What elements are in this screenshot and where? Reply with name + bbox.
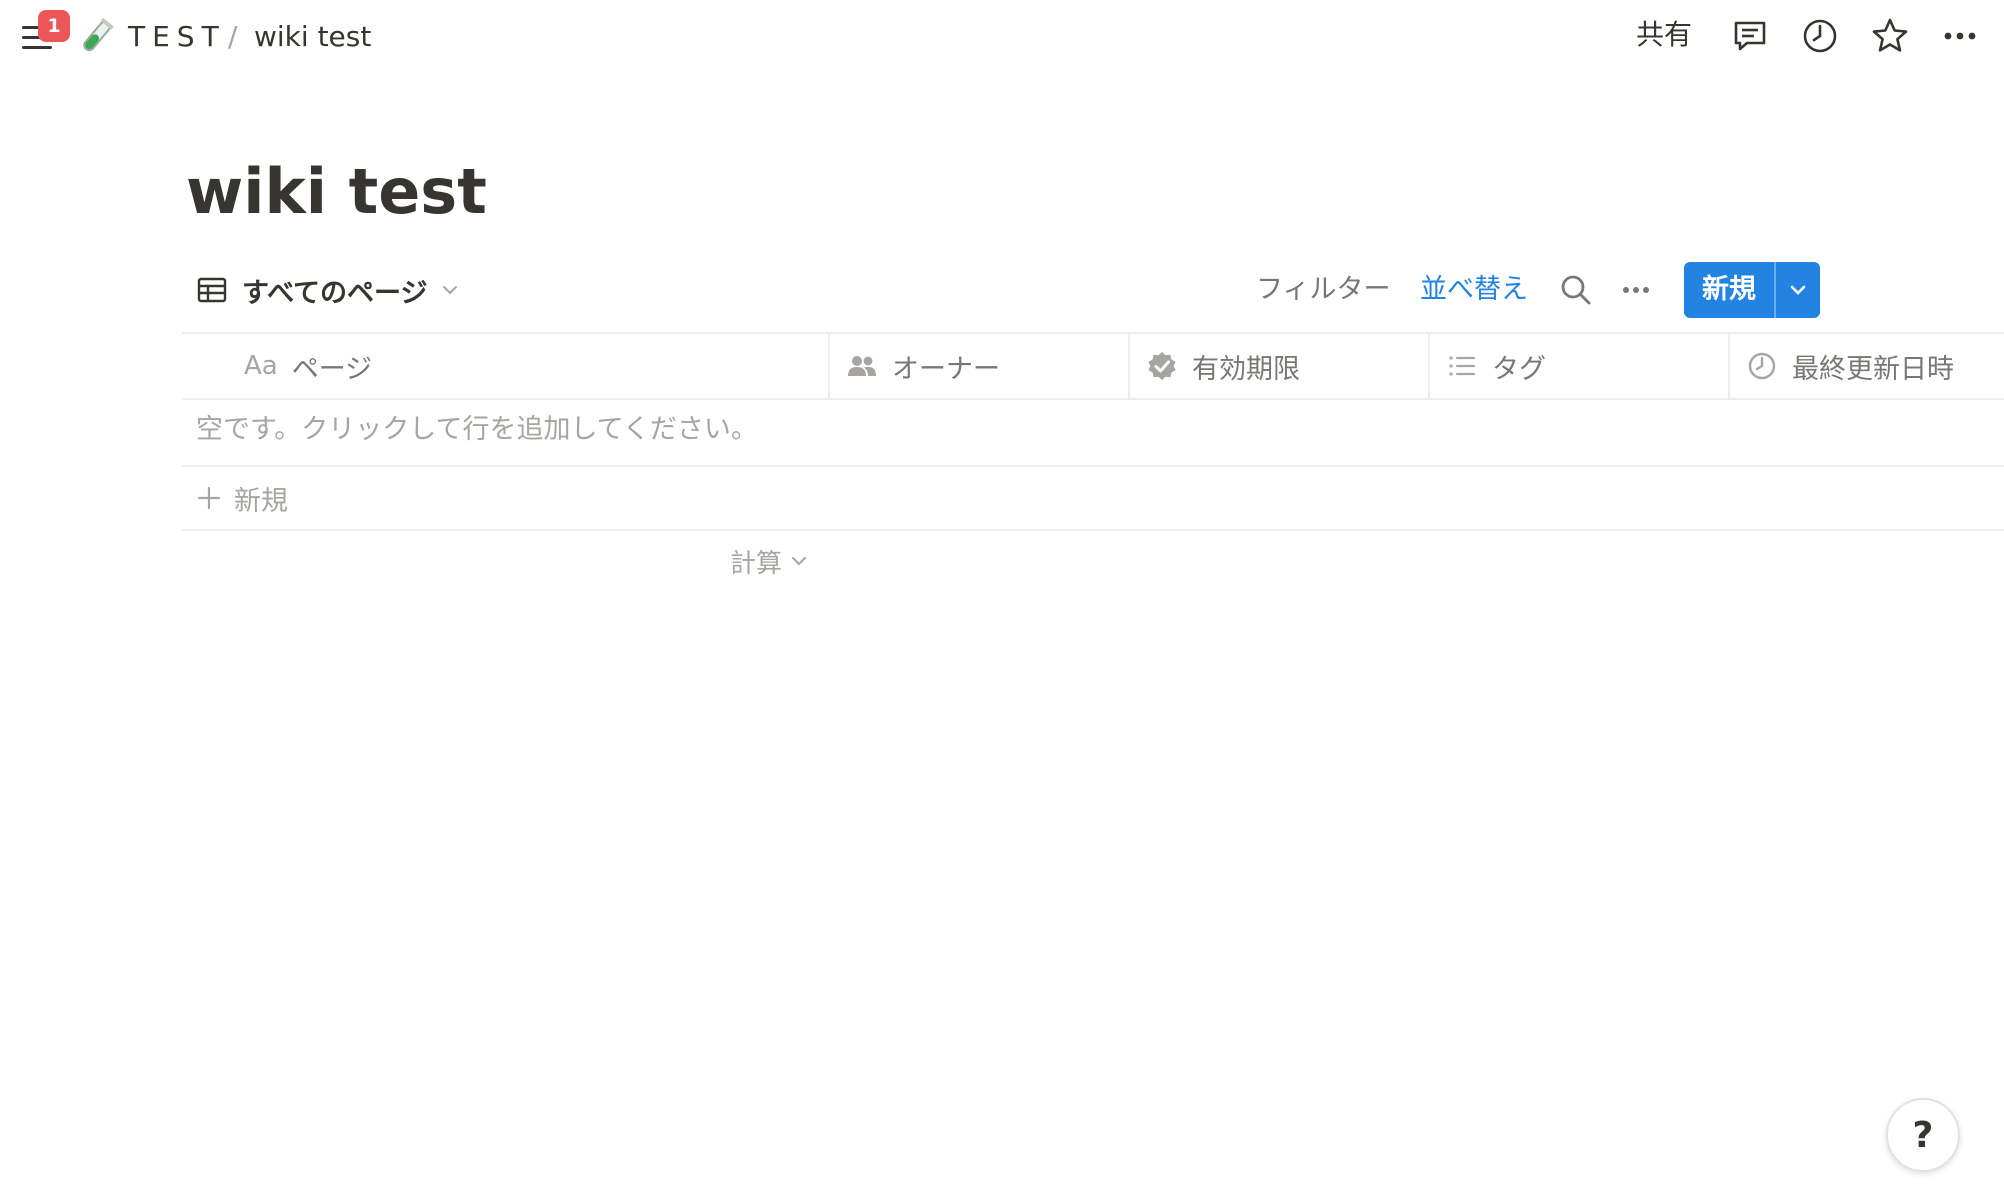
- more-options-icon[interactable]: [1940, 16, 1980, 56]
- view-tab-all-pages[interactable]: すべてのページ: [196, 270, 460, 310]
- add-row-label: 新規: [234, 485, 288, 517]
- top-bar: 1 TEST / wiki test 共有: [0, 0, 2004, 72]
- new-page-button[interactable]: 新規: [1684, 262, 1774, 318]
- comment-icon[interactable]: [1730, 16, 1770, 56]
- favorite-star-icon[interactable]: [1870, 16, 1910, 56]
- clock-icon: [1746, 350, 1778, 382]
- share-button[interactable]: 共有: [1636, 16, 1692, 54]
- calculate-button[interactable]: 計算: [730, 541, 808, 581]
- table-header-row: Aa ページ オーナー 有効期限 タグ 最終更新日時: [182, 334, 2004, 398]
- column-header-expiry[interactable]: 有効期限: [1130, 334, 1430, 398]
- empty-row-border: [182, 465, 2004, 467]
- list-icon: [1446, 350, 1478, 382]
- chevron-down-icon: [790, 552, 808, 570]
- add-row-button[interactable]: 新規: [196, 478, 288, 518]
- column-label: タグ: [1492, 353, 1546, 385]
- calculate-label: 計算: [730, 548, 783, 579]
- column-label: ページ: [291, 353, 373, 385]
- workspace-breadcrumb[interactable]: TEST: [128, 18, 226, 56]
- people-icon: [846, 350, 878, 382]
- plus-icon: [196, 485, 222, 511]
- view-more-icon[interactable]: [1618, 272, 1654, 308]
- column-label: オーナー: [892, 353, 1000, 385]
- column-header-tags[interactable]: タグ: [1430, 334, 1730, 398]
- filter-button[interactable]: フィルター: [1256, 270, 1390, 310]
- chevron-down-icon: [1788, 280, 1808, 300]
- add-row-border: [182, 529, 2004, 531]
- page-breadcrumb[interactable]: wiki test: [254, 18, 371, 56]
- notification-badge[interactable]: 1: [38, 10, 70, 42]
- empty-table-message[interactable]: 空です。クリックして行を追加してください。: [196, 410, 758, 450]
- verified-badge-icon: [1146, 350, 1178, 382]
- column-header-owner[interactable]: オーナー: [830, 334, 1130, 398]
- text-aa-icon: Aa: [244, 351, 278, 381]
- column-header-page[interactable]: Aa ページ: [182, 334, 830, 398]
- chevron-down-icon: [440, 280, 460, 300]
- updates-clock-icon[interactable]: [1800, 16, 1840, 56]
- test-tube-icon: [78, 17, 116, 55]
- view-tab-label: すべてのページ: [242, 277, 428, 309]
- table-view-icon: [196, 274, 228, 306]
- header-bottom-border: [182, 398, 2004, 400]
- breadcrumb-separator: /: [228, 20, 238, 53]
- column-label: 最終更新日時: [1792, 353, 1954, 385]
- column-header-last-edited[interactable]: 最終更新日時: [1730, 334, 2004, 398]
- new-template-dropdown[interactable]: [1776, 262, 1820, 318]
- new-button-group: 新規: [1684, 262, 1820, 318]
- column-label: 有効期限: [1192, 353, 1300, 385]
- sort-button[interactable]: 並べ替え: [1420, 270, 1528, 310]
- page-title[interactable]: wiki test: [186, 152, 487, 232]
- help-button[interactable]: ?: [1886, 1098, 1960, 1172]
- search-icon[interactable]: [1558, 272, 1594, 308]
